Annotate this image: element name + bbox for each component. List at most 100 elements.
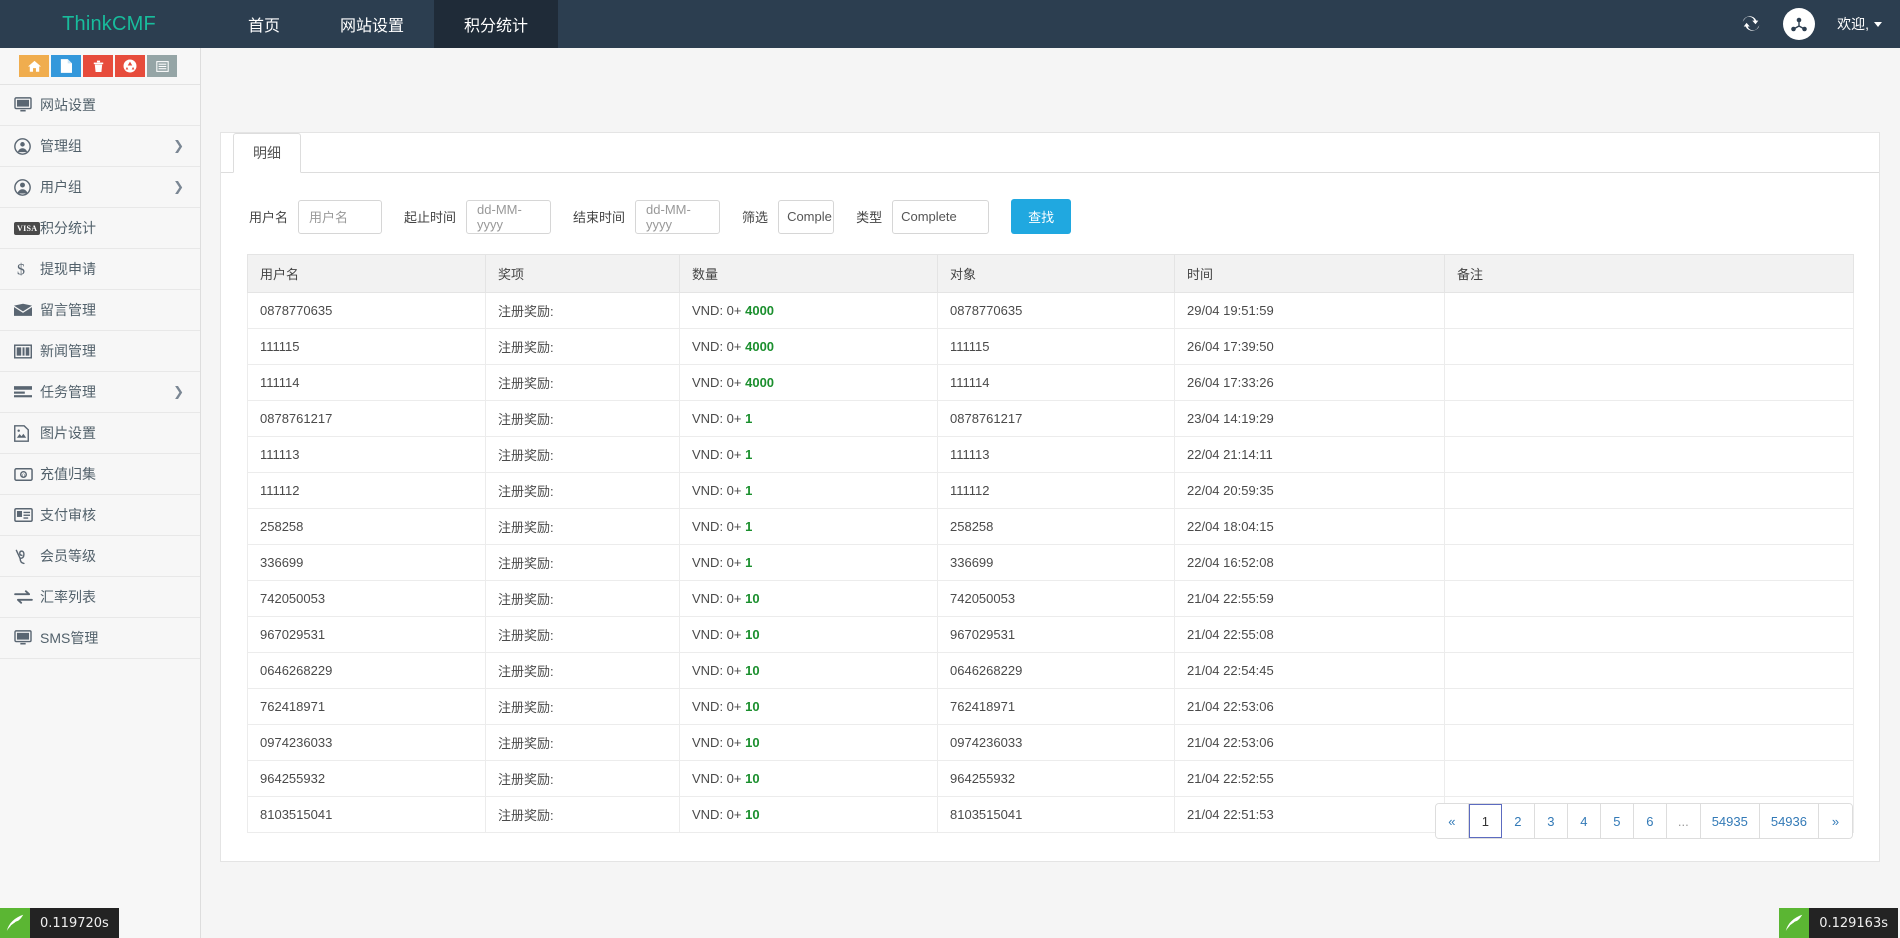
- home-button[interactable]: [19, 55, 49, 77]
- debug-badge-right: 0.129163s: [1779, 908, 1898, 938]
- start-date-input[interactable]: dd-MM-yyyy: [466, 199, 552, 234]
- end-time-label: 结束时间: [573, 210, 626, 225]
- sidebar-item-recharge-collect[interactable]: 0 充值归集: [0, 454, 200, 495]
- cell-amount: VND: 0+ 4000: [679, 328, 938, 365]
- pagination-prev[interactable]: «: [1435, 804, 1469, 838]
- cell-username: 0878770635: [247, 292, 486, 329]
- cell-amount: VND: 0+ 10: [679, 580, 938, 617]
- leaf-icon: [0, 908, 30, 938]
- table-row: 967029531 注册奖励: VND: 0+ 10 967029531 21/04 2…: [247, 616, 1854, 653]
- exchange-icon: [14, 590, 40, 604]
- money-icon: 0: [14, 467, 40, 481]
- welcome-menu[interactable]: 欢迎,: [1837, 14, 1882, 34]
- pagination-next[interactable]: »: [1819, 804, 1852, 838]
- sidebar-item-label: SMS管理: [40, 630, 99, 646]
- tab-detail[interactable]: 明细: [233, 133, 301, 173]
- chevron-right-icon: ❯: [173, 179, 184, 194]
- nav-item-points-stats[interactable]: 积分统计: [434, 0, 559, 48]
- sidebar: 网站设置 管理组 ❯ 用户组 ❯ VISA 积分统计 $ 提现申请 留言管理 新…: [0, 48, 201, 938]
- sidebar-item-sms-manage[interactable]: SMS管理: [0, 618, 200, 659]
- cell-target: 111115: [937, 328, 1175, 365]
- user-circle-icon: [14, 178, 40, 196]
- sidebar-item-label: 支付审核: [40, 507, 96, 523]
- sidebar-item-task-manage[interactable]: 任务管理 ❯: [0, 372, 200, 413]
- cell-time: 22/04 16:52:08: [1174, 544, 1445, 581]
- cell-prize: 注册奖励:: [485, 436, 680, 473]
- monitor-icon: [14, 97, 40, 113]
- list-button[interactable]: [147, 55, 177, 77]
- cell-time: 21/04 22:51:53: [1174, 796, 1445, 833]
- svg-text:$: $: [17, 262, 25, 279]
- amount-value: 1: [745, 555, 753, 570]
- avatar[interactable]: [1783, 8, 1816, 40]
- amount-prefix: VND: 0+: [692, 735, 746, 750]
- cell-amount: VND: 0+ 1: [679, 400, 938, 437]
- nav-item-home[interactable]: 首页: [218, 0, 310, 48]
- pagination-page-2[interactable]: 2: [1501, 804, 1535, 838]
- pagination-page-6[interactable]: 6: [1633, 804, 1667, 838]
- news-icon: [14, 343, 40, 359]
- end-date-input[interactable]: dd-MM-yyyy: [635, 199, 721, 234]
- sidebar-item-exchange-rate-list[interactable]: 汇率列表: [0, 577, 200, 618]
- sidebar-item-payment-review[interactable]: 支付审核: [0, 495, 200, 536]
- amount-prefix: VND: 0+: [692, 699, 746, 714]
- sidebar-item-user-group[interactable]: 用户组 ❯: [0, 167, 200, 208]
- pagination-page-5[interactable]: 5: [1600, 804, 1634, 838]
- cell-prize: 注册奖励:: [485, 544, 680, 581]
- cell-amount: VND: 0+ 1: [679, 436, 938, 473]
- sidebar-item-withdraw-request[interactable]: $ 提现申请: [0, 249, 200, 290]
- cell-prize: 注册奖励:: [485, 580, 680, 617]
- cell-username: 111115: [247, 328, 486, 365]
- sidebar-item-label: 汇率列表: [40, 589, 96, 605]
- monitor-icon: [14, 630, 40, 646]
- type-select[interactable]: Complete: [892, 199, 990, 234]
- amount-prefix: VND: 0+: [692, 591, 746, 606]
- refresh-icon[interactable]: [1742, 15, 1761, 34]
- table-row: 0878761217 注册奖励: VND: 0+ 1 0878761217 23/04 …: [247, 400, 1854, 437]
- sidebar-item-message-manage[interactable]: 留言管理: [0, 290, 200, 331]
- delete-button[interactable]: [83, 55, 113, 77]
- search-button[interactable]: 查找: [1011, 199, 1072, 234]
- sidebar-item-member-level[interactable]: 会员等级: [0, 536, 200, 577]
- cell-target: 111112: [937, 472, 1175, 509]
- cell-time: 21/04 22:55:59: [1174, 580, 1445, 617]
- cell-time: 22/04 20:59:35: [1174, 472, 1445, 509]
- welcome-label: 欢迎,: [1837, 16, 1869, 32]
- pagination-ellipsis: ...: [1666, 804, 1701, 838]
- filter-select[interactable]: Comple: [778, 199, 835, 234]
- amount-value: 1: [745, 483, 753, 498]
- sidebar-item-label: 提现申请: [40, 261, 96, 277]
- nav-item-site-settings[interactable]: 网站设置: [310, 0, 434, 48]
- cell-note: [1444, 508, 1854, 545]
- cell-username: 336699: [247, 544, 486, 581]
- new-file-button[interactable]: [51, 55, 81, 77]
- sidebar-item-site-settings[interactable]: 网站设置: [0, 85, 200, 126]
- table-row: 111115 注册奖励: VND: 0+ 4000 111115 26/04 17:39…: [247, 328, 1854, 365]
- pagination-page-1[interactable]: 1: [1468, 804, 1502, 838]
- amount-value: 10: [745, 735, 760, 750]
- sidebar-item-admin-group[interactable]: 管理组 ❯: [0, 126, 200, 167]
- cell-note: [1444, 652, 1854, 689]
- sidebar-item-image-settings[interactable]: 图片设置: [0, 413, 200, 454]
- cell-username: 0646268229: [247, 652, 486, 689]
- pagination-page-54935[interactable]: 54935: [1700, 804, 1760, 838]
- username-input[interactable]: 用户名: [298, 199, 383, 234]
- cell-note: [1444, 328, 1854, 365]
- chevron-right-icon: ❯: [173, 384, 184, 399]
- pagination-page-3[interactable]: 3: [1534, 804, 1568, 838]
- sidebar-item-points-stats[interactable]: VISA 积分统计: [0, 208, 200, 249]
- cell-target: 0878770635: [937, 292, 1175, 329]
- sidebar-item-news-manage[interactable]: 新闻管理: [0, 331, 200, 372]
- table-row: 742050053 注册奖励: VND: 0+ 10 742050053 21/04 2…: [247, 580, 1854, 617]
- brand-logo[interactable]: ThinkCMF: [0, 0, 218, 48]
- cell-target: 0974236033: [937, 724, 1175, 761]
- recycle-button[interactable]: [115, 55, 145, 77]
- pagination-page-4[interactable]: 4: [1567, 804, 1601, 838]
- cell-time: 21/04 22:53:06: [1174, 688, 1445, 725]
- table-row: 0646268229 注册奖励: VND: 0+ 10 0646268229 21/04…: [247, 652, 1854, 689]
- type-label: 类型: [856, 210, 883, 225]
- cell-username: 742050053: [247, 580, 486, 617]
- cell-prize: 注册奖励:: [485, 328, 680, 365]
- pagination-page-54936[interactable]: 54936: [1759, 804, 1819, 838]
- sidebar-item-label: 会员等级: [40, 548, 96, 564]
